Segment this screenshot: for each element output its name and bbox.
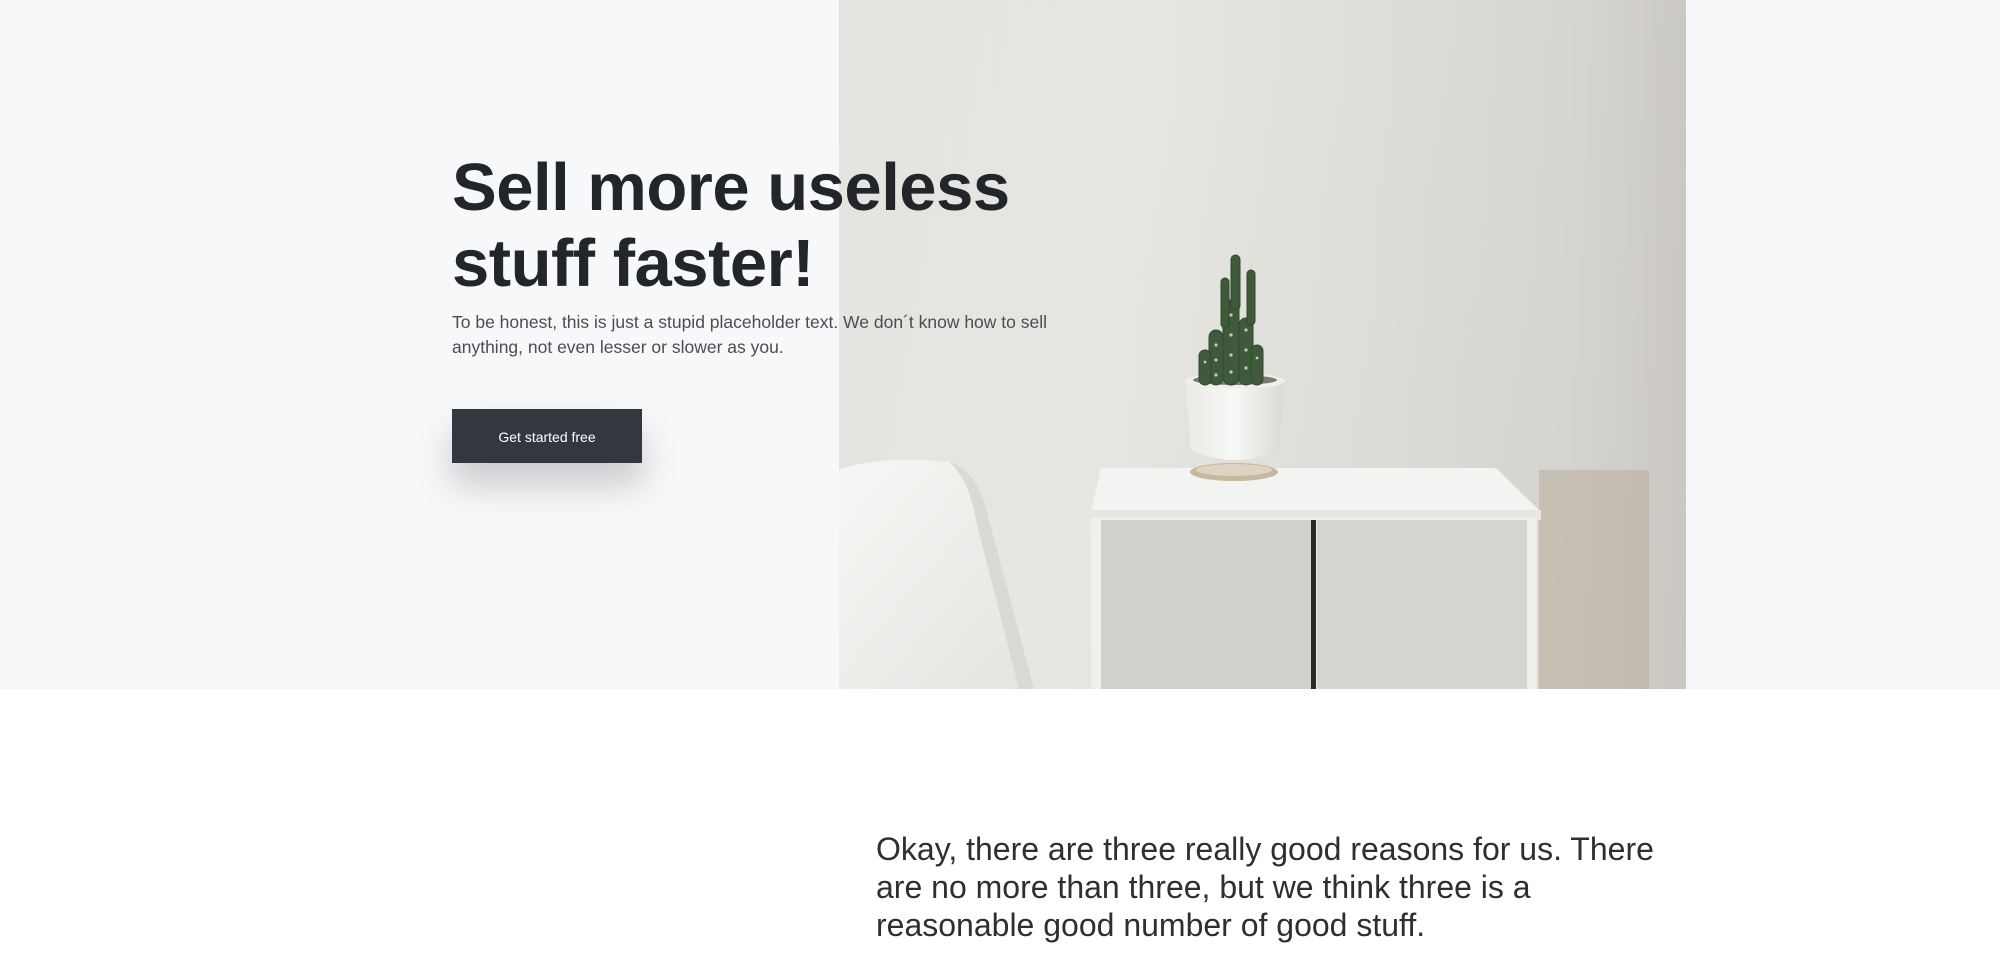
hero-title: Sell more useless stuff faster!: [452, 150, 1010, 301]
hero-section: Sell more useless stuff faster! To be ho…: [0, 0, 2000, 689]
landing-page: Sell more useless stuff faster! To be ho…: [0, 0, 2000, 968]
hero-content: Sell more useless stuff faster! To be ho…: [452, 150, 1102, 360]
get-started-button[interactable]: Get started free: [452, 409, 642, 463]
reasons-intro-text: Okay, there are three really good reason…: [876, 831, 1654, 943]
hero-subtitle: To be honest, this is just a stupid plac…: [452, 312, 1047, 357]
